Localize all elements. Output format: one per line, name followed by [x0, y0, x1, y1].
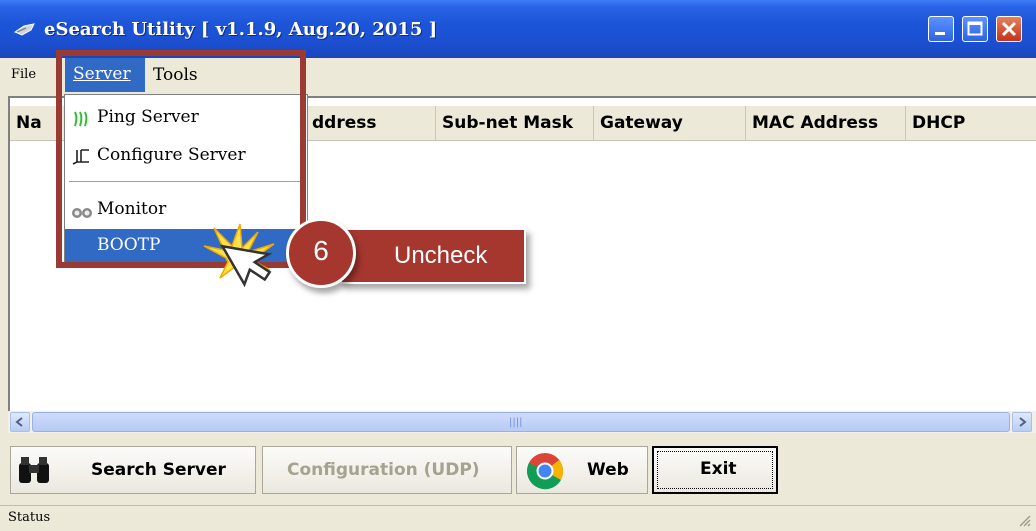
close-button[interactable]	[996, 16, 1022, 42]
resize-grip-icon[interactable]	[1016, 512, 1032, 528]
chevron-left-icon	[15, 417, 23, 427]
window-title: eSearch Utility [ v1.1.9, Aug.20, 2015 ]	[44, 19, 438, 40]
scroll-right-button[interactable]	[1012, 412, 1032, 432]
menu-tools[interactable]: Tools	[153, 65, 198, 85]
status-bar: Status	[0, 505, 1036, 531]
menu-item-label: BOOTP	[97, 235, 161, 255]
menu-item-configure-server[interactable]: Configure Server	[65, 139, 307, 173]
click-burst-icon	[203, 223, 275, 288]
ping-icon	[74, 111, 88, 127]
col-header-ip-address[interactable]: ddress	[310, 106, 436, 140]
configure-icon	[72, 149, 89, 165]
col-header-subnet-mask[interactable]: Sub-net Mask	[436, 106, 594, 140]
chevron-right-icon	[1019, 417, 1027, 427]
configuration-udp-label: Configuration (UDP)	[287, 460, 480, 480]
esearch-window: eSearch Utility [ v1.1.9, Aug.20, 2015 ]…	[0, 0, 1036, 531]
scroll-thumb[interactable]: ||||	[32, 412, 1010, 432]
callout-box: Uncheck	[340, 228, 526, 284]
col-header-mac-address[interactable]: MAC Address	[746, 106, 906, 140]
menu-file[interactable]: File	[11, 67, 36, 82]
col-header-dhcp[interactable]: DHCP	[906, 106, 1036, 140]
search-server-button[interactable]: Search Server	[10, 446, 256, 494]
search-server-label: Search Server	[91, 460, 226, 480]
binoculars-icon	[19, 457, 49, 483]
callout-text: Uncheck	[394, 242, 488, 269]
menu-item-label: Configure Server	[97, 145, 246, 165]
scroll-left-button[interactable]	[10, 412, 30, 432]
exit-label: Exit	[700, 459, 737, 479]
scroll-grip-icon: ||||	[509, 417, 523, 428]
app-icon	[14, 23, 35, 36]
cursor-icon	[219, 244, 273, 288]
minimize-icon	[935, 32, 945, 35]
close-icon	[1001, 21, 1017, 37]
chrome-icon	[527, 453, 564, 490]
horizontal-scrollbar[interactable]: ||||	[8, 411, 1036, 433]
maximize-button[interactable]	[962, 16, 988, 42]
minimize-button[interactable]	[928, 16, 954, 42]
binoculars-icon	[72, 208, 92, 218]
status-text: Status	[8, 510, 51, 525]
web-button[interactable]: Web	[516, 446, 648, 494]
configuration-udp-button[interactable]: Configuration (UDP)	[262, 446, 512, 494]
button-bar: Search Server Configuration (UDP) Web Ex…	[0, 436, 1036, 502]
col-header-name[interactable]: Na	[10, 106, 60, 140]
maximize-icon	[967, 21, 983, 36]
menu-item-label: Ping Server	[97, 107, 199, 127]
menu-server[interactable]: Server	[65, 58, 145, 92]
title-bar[interactable]: eSearch Utility [ v1.1.9, Aug.20, 2015 ]	[0, 0, 1036, 58]
col-header-gateway[interactable]: Gateway	[594, 106, 746, 140]
menu-item-ping-server[interactable]: Ping Server	[65, 101, 307, 135]
step-number: 6	[313, 235, 329, 266]
menu-item-label: Monitor	[97, 199, 167, 219]
menu-separator	[69, 181, 303, 183]
exit-button[interactable]: Exit	[652, 446, 778, 494]
web-label: Web	[587, 460, 629, 480]
step-number-badge: 6	[286, 218, 356, 288]
menu-server-label: Server	[73, 64, 131, 84]
